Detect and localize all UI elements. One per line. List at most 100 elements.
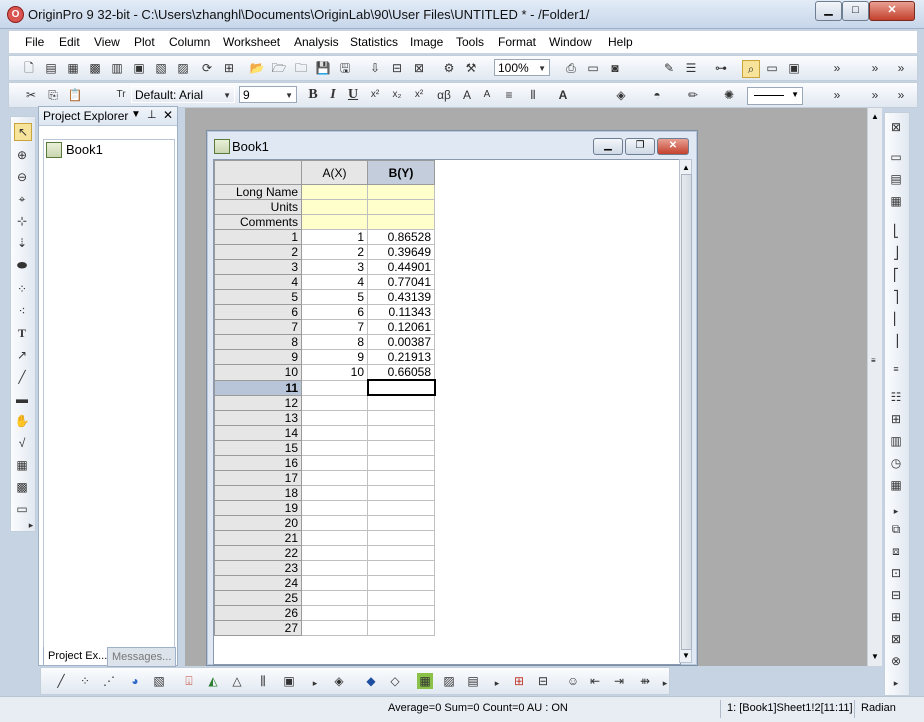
scroll-thumb[interactable] — [681, 174, 692, 650]
row-number[interactable]: 14 — [214, 424, 302, 441]
align-icon[interactable]: ≡ — [501, 87, 517, 103]
meta-cell-b[interactable] — [367, 184, 435, 200]
menu-statistics[interactable]: Statistics — [350, 35, 398, 49]
corner-cell[interactable] — [214, 160, 302, 185]
add-layer-icon[interactable]: ⊞ — [221, 60, 237, 76]
project-explorer-toggle-icon[interactable]: ⊶ — [713, 60, 729, 76]
group-icon[interactable]: ⊞ — [888, 609, 904, 625]
insert-graph-icon[interactable]: ▩ — [14, 479, 30, 495]
toolbar-overflow-icon-3[interactable]: » — [893, 60, 909, 76]
cell-b[interactable] — [367, 409, 435, 426]
scatter-plot-icon[interactable]: ⁘ — [77, 673, 93, 689]
meta-cell-a[interactable] — [301, 199, 368, 215]
import-multiple-ascii-icon[interactable]: ⊠ — [411, 60, 427, 76]
3d-surface-icon[interactable]: ◭ — [205, 673, 221, 689]
cell-a[interactable] — [301, 589, 368, 606]
menu-plot[interactable]: Plot — [134, 35, 155, 49]
line-symbol-plot-icon[interactable]: ⋰ — [101, 673, 117, 689]
cell-b[interactable] — [366, 379, 436, 396]
row-number[interactable]: 1 — [214, 229, 302, 245]
align-left-icon[interactable]: ⎣ — [888, 223, 904, 239]
menu-edit[interactable]: Edit — [59, 35, 80, 49]
duplicate-icon[interactable]: ◙ — [607, 60, 623, 76]
maximize-button[interactable]: □ — [842, 1, 869, 21]
insert-equation-icon[interactable]: √ — [14, 435, 30, 451]
toolbar-grip-icon[interactable]: ≡ — [888, 361, 904, 377]
zoom-out-icon[interactable]: ⊖ — [14, 169, 30, 185]
tab-messages[interactable]: Messages... — [107, 647, 177, 667]
cell-a[interactable] — [301, 409, 368, 426]
underline-icon[interactable]: U — [345, 87, 361, 103]
row-number[interactable]: 13 — [214, 409, 302, 426]
cell-b[interactable] — [367, 394, 435, 411]
open-excel-icon[interactable]: 🗀 — [293, 60, 309, 76]
move-right-icon[interactable]: ⇥ — [611, 673, 627, 689]
align-top-icon[interactable]: ⎡ — [888, 267, 904, 283]
scroll-down-icon[interactable]: ▼ — [682, 651, 690, 660]
time-icon[interactable]: ◷ — [888, 455, 904, 471]
cell-a[interactable] — [301, 379, 368, 396]
zoom-in-icon[interactable]: ⊕ — [14, 147, 30, 163]
cell-b[interactable] — [367, 619, 435, 636]
contour-plot-icon[interactable]: ▧ — [151, 673, 167, 689]
copy-icon[interactable]: ⎘ — [45, 87, 61, 103]
cell-b[interactable] — [367, 499, 435, 516]
set-column-values-icon[interactable]: ⊞ — [888, 411, 904, 427]
close-button[interactable]: ✕ — [869, 1, 915, 21]
fill-color-icon[interactable]: ◈ — [613, 87, 629, 103]
cell-a[interactable] — [301, 484, 368, 501]
align-vertical-icon[interactable]: ⎢ — [888, 311, 904, 327]
symbol-icon[interactable]: ✺ — [721, 87, 737, 103]
menu-analysis[interactable]: Analysis — [294, 35, 339, 49]
refresh-icon[interactable]: ⟳ — [199, 60, 215, 76]
cell-a[interactable]: 4 — [301, 274, 368, 290]
text-tool-icon[interactable]: T — [14, 325, 30, 341]
row-number[interactable]: 18 — [214, 484, 302, 501]
open-folder-icon[interactable]: 📂 — [249, 60, 265, 76]
rectangle-tool-icon[interactable]: ▬ — [14, 391, 30, 407]
font-color-icon[interactable]: A — [555, 87, 571, 103]
line-plot-icon[interactable]: ╱ — [53, 673, 69, 689]
row-number[interactable]: 20 — [214, 514, 302, 531]
scroll-thumb-icon[interactable]: ≡ — [871, 356, 876, 365]
toolbar-overflow-icon[interactable]: ▸ — [23, 517, 39, 533]
cell-b[interactable]: 0.66058 — [367, 364, 435, 381]
pie-chart-icon[interactable]: ◕ — [127, 673, 143, 689]
cell-a[interactable]: 5 — [301, 289, 368, 305]
row-number[interactable]: 27 — [214, 619, 302, 636]
cell-b[interactable]: 0.00387 — [367, 334, 435, 350]
increase-font-icon[interactable]: A — [459, 87, 475, 103]
move-left-icon[interactable]: ⇤ — [587, 673, 603, 689]
results-log-icon[interactable]: ☰ — [683, 60, 699, 76]
cell-b[interactable] — [367, 469, 435, 486]
paste-icon[interactable]: 📋 — [67, 87, 83, 103]
menu-worksheet[interactable]: Worksheet — [223, 35, 280, 49]
template-library-icon[interactable]: ▣ — [281, 673, 297, 689]
cell-b[interactable] — [367, 529, 435, 546]
zoom-select[interactable]: 100% ▼ — [494, 59, 550, 76]
cell-b[interactable]: 0.43139 — [367, 289, 435, 305]
arrange-layers-icon[interactable]: ▤ — [888, 171, 904, 187]
slide-show-icon[interactable]: ▭ — [585, 60, 601, 76]
add-column-icon[interactable]: ▥ — [888, 433, 904, 449]
cell-a[interactable] — [301, 424, 368, 441]
cell-b[interactable]: 0.12061 — [367, 319, 435, 335]
new-graph-icon[interactable]: ▥ — [109, 60, 125, 76]
cell-a[interactable] — [301, 544, 368, 561]
scroll-up-icon[interactable]: ▲ — [871, 112, 879, 121]
row-number[interactable]: 5 — [214, 289, 302, 305]
cell-b[interactable] — [367, 559, 435, 576]
column-stat-icon[interactable]: ⊟ — [535, 673, 551, 689]
profile-icon[interactable]: ▤ — [465, 673, 481, 689]
open-template-icon[interactable]: 🗁 — [271, 60, 287, 76]
workspace-scrollbar[interactable]: ▲ ≡ ▼ — [867, 108, 882, 666]
menu-image[interactable]: Image — [410, 35, 443, 49]
mask-icon[interactable]: ☺ — [565, 673, 581, 689]
histogram-icon[interactable]: ⫼ — [255, 673, 271, 689]
toolbar-overflow-icon-3[interactable]: » — [893, 87, 909, 103]
cell-b[interactable]: 0.77041 — [367, 274, 435, 290]
recalculate-icon[interactable]: ⚙ — [441, 60, 457, 76]
menu-help[interactable]: Help — [608, 35, 633, 49]
close-icon[interactable]: ✕ — [163, 108, 173, 122]
row-number[interactable]: 6 — [214, 304, 302, 320]
